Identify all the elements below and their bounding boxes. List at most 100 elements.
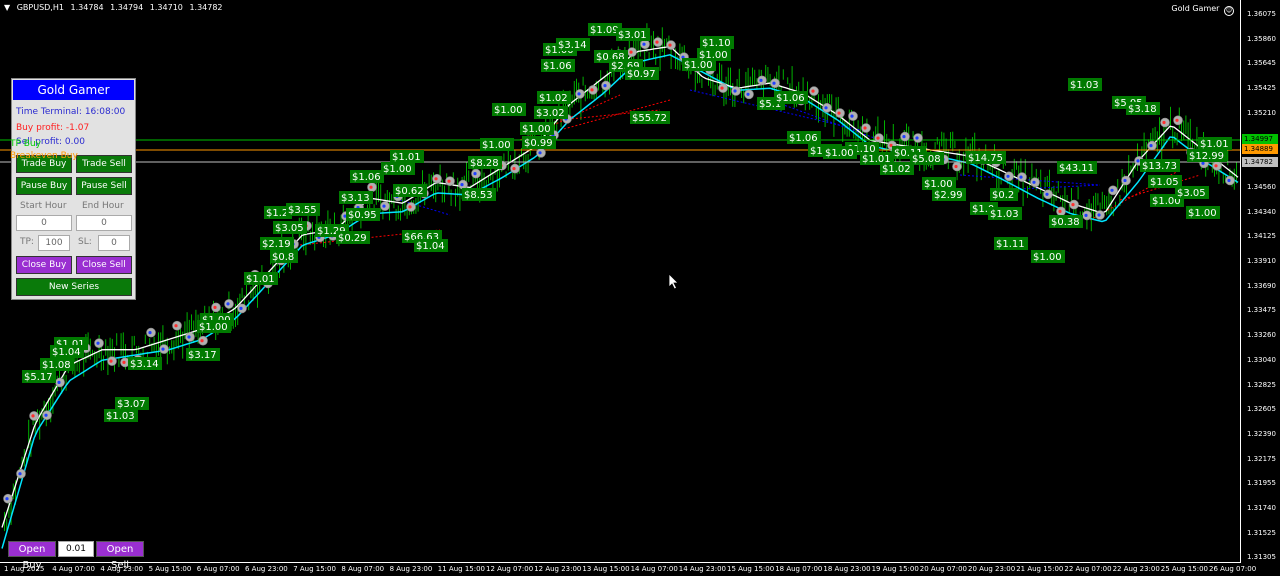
pause-buy-button[interactable]: Pause Buy bbox=[16, 177, 72, 195]
trade-profit-label-text: $1.08 bbox=[42, 360, 71, 371]
price-axis-label: 1.34340 bbox=[1247, 207, 1276, 216]
time-axis-label: 18 Aug 23:00 bbox=[823, 565, 871, 573]
sl-input[interactable]: 0 bbox=[98, 235, 130, 251]
trade-profit-label-text: $13.73 bbox=[1142, 161, 1177, 172]
candle bbox=[237, 297, 239, 326]
candle bbox=[1156, 131, 1158, 153]
trade-marker-dot bbox=[629, 50, 633, 54]
trade-profit-label-text: $8.53 bbox=[464, 190, 493, 201]
trade-marker-dot bbox=[239, 306, 243, 310]
trade-profit-label-text: $1.00 bbox=[383, 164, 412, 175]
candle bbox=[430, 174, 432, 191]
mouse-cursor-icon bbox=[668, 273, 679, 290]
trade-profit-label: $0.97 bbox=[625, 67, 659, 80]
trade-sell-button[interactable]: Trade Sell bbox=[76, 155, 132, 173]
expert-advisor-name[interactable]: Gold Gamer ☺ bbox=[1171, 4, 1234, 16]
candle bbox=[1093, 195, 1094, 220]
trade-profit-label: $1.01 bbox=[244, 272, 278, 285]
trade-profit-label-text: $1.02 bbox=[539, 93, 568, 104]
candle bbox=[111, 338, 113, 356]
candle bbox=[809, 97, 811, 110]
candle bbox=[78, 361, 80, 373]
ohlc-close: 1.34782 bbox=[189, 3, 223, 12]
trade-profit-label-text: $3.07 bbox=[117, 399, 146, 410]
trade-marker-dot bbox=[1045, 192, 1049, 196]
time-axis-label: 13 Aug 15:00 bbox=[582, 565, 630, 573]
candle bbox=[503, 153, 505, 162]
trade-profit-label: $43.11 bbox=[1057, 161, 1097, 174]
candle bbox=[103, 355, 104, 370]
ohlc-low: 1.34710 bbox=[149, 3, 183, 12]
price-axis[interactable]: 1.36075 1.35860 1.35645 1.35425 1.35210 1.349… bbox=[1241, 0, 1280, 576]
candle bbox=[584, 84, 586, 102]
trade-profit-label: $1.01 bbox=[390, 150, 424, 163]
time-axis-label: 20 Aug 07:00 bbox=[919, 565, 967, 573]
tp-buy-line-label: TP Buy bbox=[10, 139, 41, 149]
new-series-button[interactable]: New Series bbox=[16, 278, 132, 296]
trade-profit-label: $3.05 bbox=[273, 221, 307, 234]
trade-profit-label-text: $3.13 bbox=[341, 193, 370, 204]
trade-profit-label: $8.53 bbox=[462, 188, 496, 201]
candle bbox=[1064, 186, 1066, 209]
trade-marker-dot bbox=[174, 324, 178, 328]
trade-profit-label: $1.00 bbox=[520, 122, 554, 135]
lot-size-input[interactable]: 0.01 bbox=[58, 541, 94, 557]
price-axis-label: 1.33475 bbox=[1247, 306, 1276, 315]
time-axis-label: 6 Aug 07:00 bbox=[196, 565, 240, 573]
price-axis-label: 1.32175 bbox=[1247, 454, 1276, 463]
chart-area[interactable]: $5.17 $1.01 $1.04 $1.08 $3.14 $3.07 $1.03 $3.17… bbox=[0, 0, 1280, 576]
candle bbox=[1117, 179, 1119, 189]
smiley-icon: ☺ bbox=[1224, 6, 1234, 16]
open-buy-button[interactable]: Open Buy bbox=[8, 541, 56, 571]
candle bbox=[116, 333, 118, 346]
candle bbox=[92, 349, 93, 357]
trade-marker-dot bbox=[1019, 175, 1023, 179]
trade-marker-dot bbox=[642, 42, 646, 46]
trade-profit-label-text: $5.08 bbox=[912, 154, 941, 165]
symbol-name: GBPUSD,H1 bbox=[16, 3, 64, 12]
trade-profit-label-text: $0.8 bbox=[272, 252, 294, 263]
candle bbox=[1187, 122, 1189, 151]
candle bbox=[171, 340, 173, 354]
trade-marker-dot bbox=[18, 472, 22, 476]
trade-profit-label: $1.06 bbox=[774, 91, 808, 104]
time-axis[interactable]: 1 Aug 20254 Aug 07:004 Aug 23:005 Aug 15… bbox=[0, 563, 1256, 576]
time-axis-label: 6 Aug 23:00 bbox=[245, 565, 288, 573]
candle bbox=[1077, 186, 1079, 200]
dropdown-triangle-icon[interactable]: ▼ bbox=[4, 3, 10, 12]
close-buy-button[interactable]: Close Buy bbox=[16, 256, 72, 274]
start-hour-input[interactable]: 0 bbox=[16, 215, 72, 231]
trade-marker-dot bbox=[1110, 188, 1114, 192]
trade-profit-label: $3.05 bbox=[1175, 186, 1209, 199]
trade-profit-label: $1.04 bbox=[50, 345, 84, 358]
trade-marker-dot bbox=[590, 88, 594, 92]
ohlc-open: 1.34784 bbox=[70, 3, 104, 12]
end-hour-input[interactable]: 0 bbox=[76, 215, 132, 231]
open-sell-button[interactable]: Open Sell bbox=[96, 541, 144, 571]
time-axis-label: 14 Aug 23:00 bbox=[678, 565, 726, 573]
trade-marker-dot bbox=[1162, 120, 1166, 125]
candle bbox=[186, 312, 188, 335]
time-axis-label: 18 Aug 07:00 bbox=[775, 565, 823, 573]
close-sell-button[interactable]: Close Sell bbox=[76, 256, 132, 274]
candle bbox=[1046, 175, 1048, 187]
pause-sell-button[interactable]: Pause Sell bbox=[76, 177, 132, 195]
time-axis-label: 26 Aug 07:00 bbox=[1209, 565, 1257, 573]
candle bbox=[241, 287, 243, 299]
trade-marker-dot bbox=[876, 136, 880, 140]
trade-marker-dot bbox=[1006, 174, 1010, 178]
trade-marker-dot bbox=[1032, 180, 1036, 184]
candle bbox=[450, 189, 452, 206]
candle bbox=[659, 45, 661, 71]
price-chart[interactable]: $5.17$1.01$1.04$1.08 $3.14$3.07$1.03$3.17… bbox=[0, 0, 1280, 576]
candle bbox=[195, 309, 197, 338]
candle bbox=[1071, 188, 1072, 201]
trade-marker-dot bbox=[1097, 213, 1101, 217]
tp-input[interactable]: 100 bbox=[38, 235, 70, 251]
trade-profit-label-text: $0.29 bbox=[338, 233, 367, 244]
trade-marker-dot bbox=[1175, 118, 1179, 122]
trade-marker-dot bbox=[5, 497, 9, 501]
trade-markers bbox=[3, 37, 1235, 504]
trade-marker-dot bbox=[811, 89, 815, 93]
trade-profit-label: $0.2 bbox=[990, 188, 1018, 201]
